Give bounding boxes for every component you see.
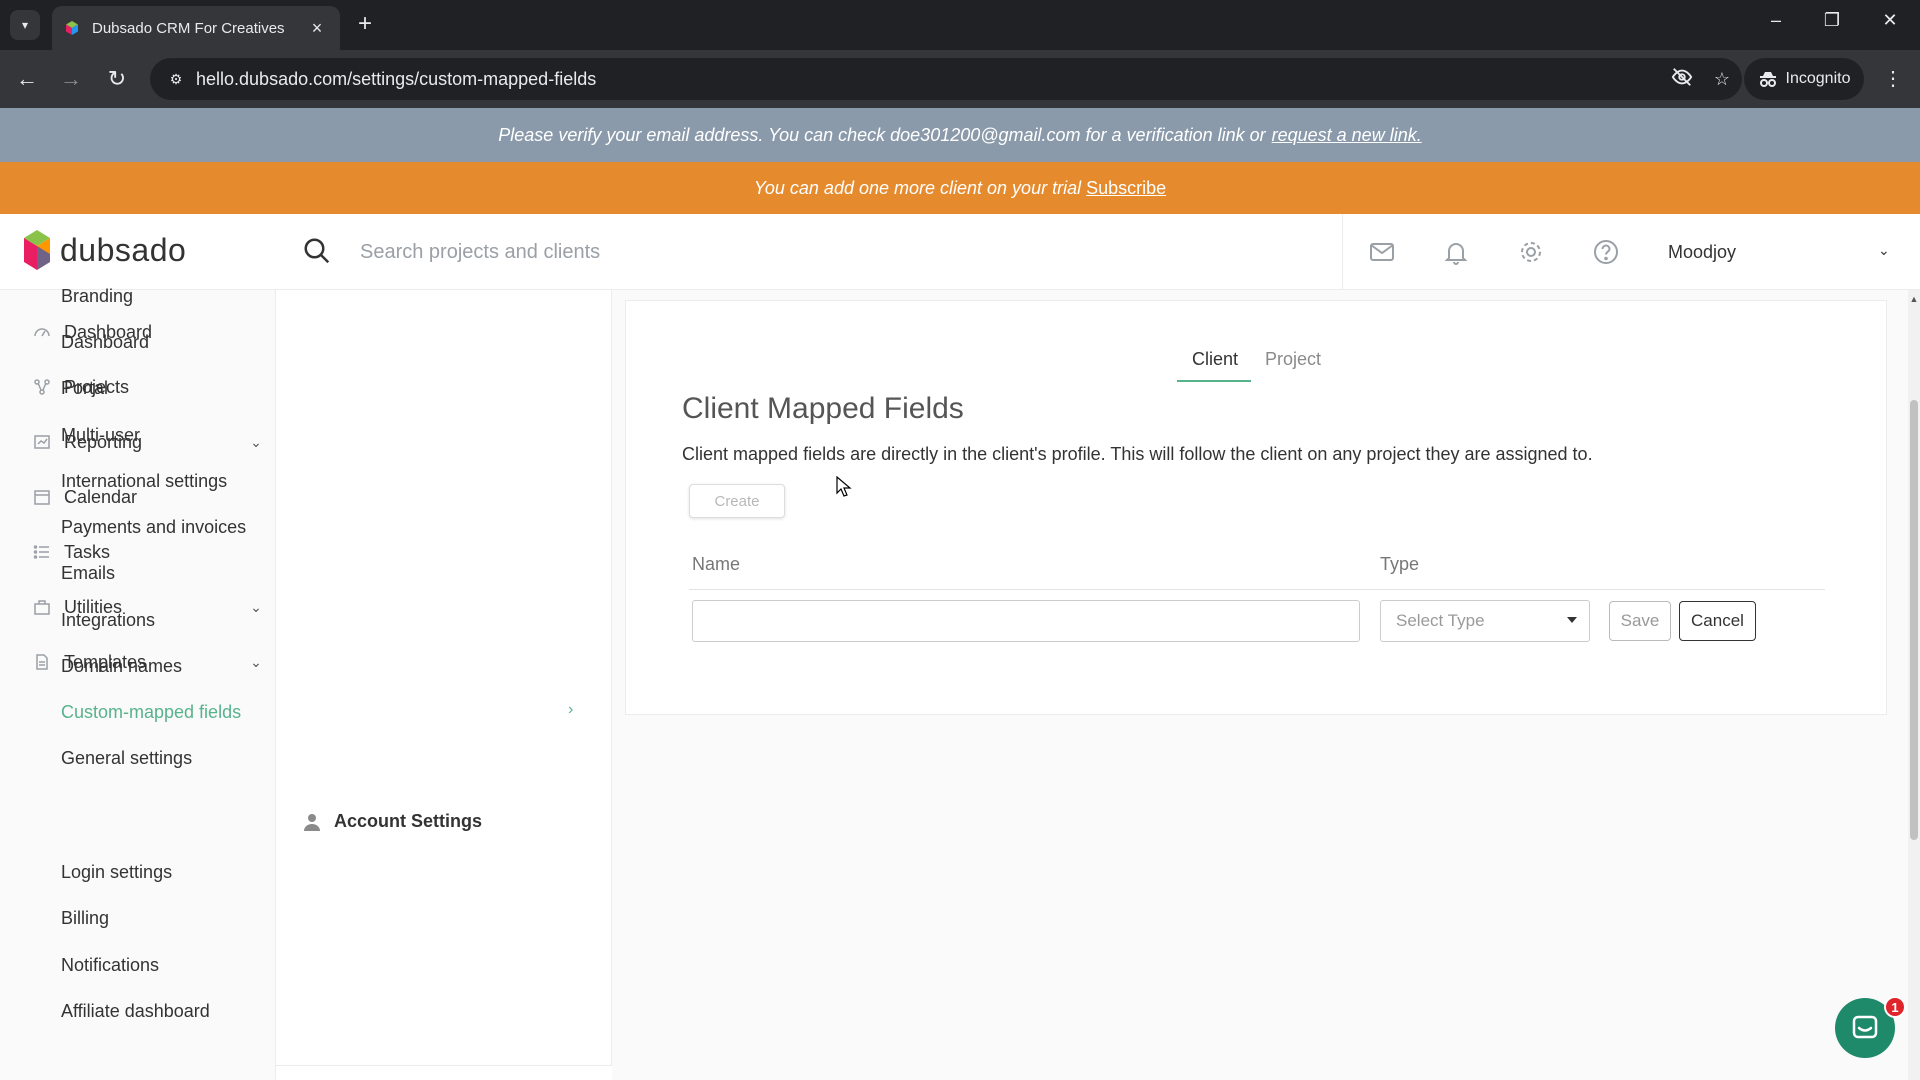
settings-item-login[interactable]: Login settings bbox=[61, 857, 172, 887]
verify-email-banner: Please verify your email address. You ca… bbox=[0, 108, 1920, 162]
browser-toolbar: ← → ↻ ⚙ hello.dubsado.com/settings/custo… bbox=[0, 50, 1920, 108]
scrollbar-thumb[interactable] bbox=[1910, 400, 1918, 840]
column-header-name: Name bbox=[692, 554, 741, 574]
help-icon[interactable] bbox=[1592, 238, 1620, 266]
dubsado-logo[interactable]: dubsado bbox=[22, 228, 186, 272]
user-name[interactable]: Moodjoy bbox=[1668, 242, 1736, 263]
settings-item-general[interactable]: General settings bbox=[61, 743, 192, 773]
active-tab-indicator bbox=[1177, 380, 1251, 382]
reload-icon[interactable]: ↻ bbox=[102, 64, 132, 94]
column-header-type: Type bbox=[1380, 554, 1420, 574]
settings-item-affiliate[interactable]: Affiliate dashboard bbox=[61, 996, 210, 1026]
gear-icon[interactable] bbox=[1517, 238, 1545, 266]
settings-item-notifications[interactable]: Notifications bbox=[61, 950, 159, 980]
close-window-icon[interactable]: ✕ bbox=[1870, 10, 1910, 31]
tasks-icon bbox=[32, 542, 52, 562]
type-select[interactable]: Select Type bbox=[1380, 600, 1590, 642]
chevron-down-icon[interactable]: ⌄ bbox=[236, 434, 276, 451]
settings-item-dashboard[interactable]: Dashboard bbox=[61, 327, 149, 357]
chevron-down-icon[interactable]: ⌄ bbox=[1878, 242, 1890, 259]
address-bar[interactable]: ⚙ hello.dubsado.com/settings/custom-mapp… bbox=[150, 58, 1742, 100]
incognito-icon bbox=[1759, 72, 1776, 87]
save-button[interactable]: Save bbox=[1609, 601, 1671, 641]
account-settings-heading: Account Settings bbox=[304, 811, 482, 832]
sidebar-item-projects[interactable]: Projects bbox=[0, 367, 276, 407]
subscribe-link[interactable]: Subscribe bbox=[1086, 178, 1166, 199]
chevron-right-icon: › bbox=[568, 701, 574, 718]
person-icon bbox=[304, 813, 320, 831]
type-select-value: Select Type bbox=[1396, 611, 1485, 630]
cancel-button[interactable]: Cancel bbox=[1679, 601, 1756, 641]
settings-item-custom-mapped-fields[interactable]: Custom-mapped fields bbox=[61, 697, 241, 727]
site-info-icon[interactable]: ⚙ bbox=[156, 71, 196, 88]
browser-tab[interactable]: Dubsado CRM For Creatives × bbox=[52, 6, 340, 50]
header-divider bbox=[1342, 214, 1343, 290]
forward-icon[interactable]: → bbox=[56, 64, 86, 94]
account-settings-label: Account Settings bbox=[334, 811, 483, 831]
search-input[interactable] bbox=[360, 230, 1320, 274]
utilities-icon bbox=[32, 597, 52, 617]
trial-text: You can add one more client on your tria… bbox=[753, 177, 1082, 198]
create-button[interactable]: Create bbox=[689, 484, 785, 518]
bell-icon[interactable] bbox=[1442, 238, 1470, 266]
incognito-label: Incognito bbox=[1785, 70, 1851, 87]
dashboard-icon bbox=[32, 322, 52, 342]
dubsado-logo-icon bbox=[24, 230, 50, 270]
chevron-down-icon[interactable]: ⌄ bbox=[236, 654, 276, 671]
settings-item-portal[interactable]: Portal bbox=[61, 373, 108, 403]
mapped-fields-card bbox=[625, 300, 1887, 715]
dubsado-favicon-icon bbox=[66, 21, 78, 35]
incognito-indicator[interactable]: Incognito bbox=[1744, 58, 1864, 100]
mail-icon[interactable] bbox=[1368, 238, 1396, 266]
mouse-cursor-icon bbox=[836, 476, 852, 497]
tab-title: Dubsado CRM For Creatives bbox=[92, 19, 285, 37]
caret-down-icon bbox=[1567, 617, 1577, 623]
tab-project[interactable]: Project bbox=[1265, 344, 1321, 374]
app-header: dubsado Moodjoy ⌄ bbox=[0, 214, 1920, 290]
scroll-up-arrow-icon[interactable]: ▲ bbox=[1908, 294, 1920, 304]
page-description: Client mapped fields are directly in the… bbox=[682, 444, 1593, 464]
back-icon[interactable]: ← bbox=[12, 64, 42, 94]
url-text[interactable]: hello.dubsado.com/settings/custom-mapped… bbox=[196, 69, 1662, 90]
tab-client[interactable]: Client bbox=[1192, 344, 1238, 374]
settings-item-payments[interactable]: Payments and invoices bbox=[61, 512, 246, 542]
reporting-icon bbox=[32, 432, 52, 452]
field-name-input[interactable] bbox=[692, 600, 1360, 642]
settings-item-integrations[interactable]: Integrations bbox=[61, 605, 155, 635]
eye-off-icon[interactable] bbox=[1662, 66, 1702, 93]
chat-notification-badge: 1 bbox=[1884, 996, 1906, 1018]
new-tab-icon[interactable]: + bbox=[352, 12, 378, 38]
request-new-link[interactable]: request a new link. bbox=[1272, 125, 1422, 146]
settings-item-domain-names[interactable]: Domain names bbox=[61, 651, 182, 681]
page-title: Client Mapped Fields bbox=[682, 392, 964, 425]
settings-item-billing[interactable]: Billing bbox=[61, 903, 109, 933]
templates-icon bbox=[32, 652, 52, 672]
settings-item-branding[interactable]: Branding bbox=[61, 281, 133, 311]
restore-icon[interactable]: ❐ bbox=[1812, 10, 1852, 31]
close-tab-icon[interactable]: × bbox=[306, 18, 328, 39]
chat-icon bbox=[1852, 1015, 1878, 1039]
tab-search-button[interactable]: ▾ bbox=[10, 10, 40, 40]
settings-item-international[interactable]: International settings bbox=[61, 466, 227, 496]
settings-item-emails[interactable]: Emails bbox=[61, 558, 115, 588]
bookmark-star-icon[interactable]: ☆ bbox=[1702, 69, 1742, 90]
settings-sidebar bbox=[276, 290, 612, 1066]
browser-tab-bar: ▾ Dubsado CRM For Creatives × + – ❐ ✕ bbox=[0, 0, 1920, 50]
chevron-down-icon[interactable]: ⌄ bbox=[236, 599, 276, 616]
trial-banner: You can add one more client on your tria… bbox=[0, 162, 1920, 214]
projects-icon bbox=[32, 377, 52, 397]
minimize-icon[interactable]: – bbox=[1756, 10, 1796, 31]
browser-menu-icon[interactable]: ⋮ bbox=[1880, 66, 1906, 91]
search-icon[interactable] bbox=[302, 236, 332, 266]
logo-text: dubsado bbox=[60, 231, 187, 268]
calendar-icon bbox=[32, 487, 52, 507]
settings-item-multi-user[interactable]: Multi-user bbox=[61, 420, 140, 450]
verify-text: Please verify your email address. You ca… bbox=[498, 124, 1266, 145]
table-divider bbox=[689, 589, 1825, 590]
